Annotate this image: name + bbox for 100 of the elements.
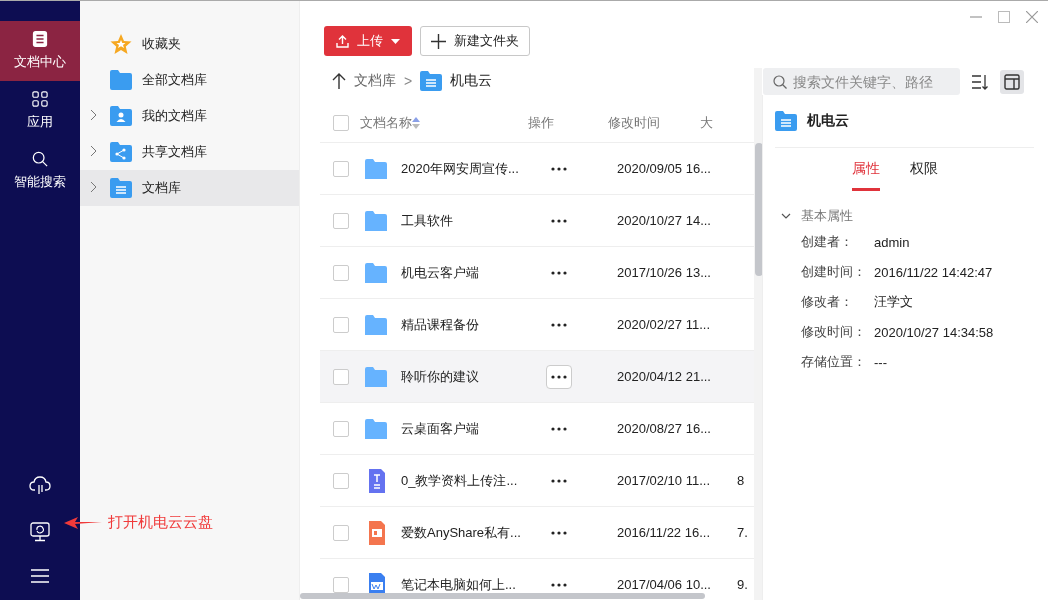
modified-time: 2017/04/06 10... <box>617 577 712 592</box>
file-name[interactable]: 笔记本电脑如何上... <box>401 575 540 594</box>
property-value: --- <box>874 354 887 370</box>
checkbox[interactable] <box>333 524 349 541</box>
tab[interactable]: 权限 <box>909 160 938 191</box>
more-icon <box>551 270 567 275</box>
file-name[interactable]: 爱数AnyShare私有... <box>401 523 540 542</box>
more-icon <box>551 478 567 483</box>
property-label: 修改者： <box>801 293 854 311</box>
new-folder-button[interactable]: 新建文件夹 <box>420 26 530 56</box>
sort-list-icon[interactable] <box>972 73 988 90</box>
scrollbar-thumb[interactable] <box>755 143 762 276</box>
more-icon <box>551 374 567 379</box>
property-label: 创建者： <box>801 233 854 251</box>
rail-item[interactable]: 智能搜索 <box>0 141 80 201</box>
tree-item[interactable]: 收藏夹 <box>80 26 299 62</box>
search-icon <box>31 151 49 167</box>
up-arrow-icon[interactable] <box>332 73 346 89</box>
breadcrumb-separator: > <box>404 73 413 89</box>
modified-time: 2017/10/26 13... <box>617 265 712 280</box>
list-folder-icon <box>420 70 443 92</box>
folder-icon <box>365 158 387 179</box>
more-icon <box>551 322 567 327</box>
search-icon <box>773 74 787 89</box>
cloud-icon[interactable] <box>29 474 51 496</box>
document-icon <box>32 31 48 47</box>
more-icon <box>551 530 567 535</box>
property-value: admin <box>874 234 910 250</box>
sort-icon[interactable] <box>412 117 420 129</box>
user-folder-icon <box>110 105 132 127</box>
more-icon <box>551 582 567 587</box>
file-name[interactable]: 云桌面客户端 <box>401 419 540 438</box>
column-header: 修改时间 <box>608 114 660 132</box>
checkbox[interactable] <box>333 264 349 281</box>
modified-time: 2020/10/27 14... <box>617 213 712 228</box>
modified-time: 2020/02/27 11... <box>617 317 711 332</box>
maximize-icon[interactable] <box>998 11 1010 23</box>
chevron-right-icon[interactable] <box>88 145 98 157</box>
panel-toggle-button[interactable] <box>1000 69 1024 94</box>
file-name[interactable]: 工具软件 <box>401 211 540 230</box>
file-size: 9. <box>737 577 748 592</box>
property-value: 汪学文 <box>874 293 913 311</box>
close-icon[interactable] <box>1026 11 1038 23</box>
folder-icon <box>365 418 387 439</box>
property-label: 创建时间： <box>801 263 867 281</box>
checkbox[interactable] <box>333 160 349 177</box>
folder-icon <box>365 210 387 231</box>
folder-icon <box>365 262 387 283</box>
file-name[interactable]: 0_教学资料上传注... <box>401 471 540 490</box>
scrollbar-thumb[interactable] <box>300 593 705 599</box>
upload-icon <box>336 34 349 48</box>
more-button[interactable] <box>546 364 572 389</box>
file-size: 7. <box>737 525 748 540</box>
modified-time: 2020/08/27 16... <box>617 421 712 436</box>
checkbox[interactable] <box>333 115 349 131</box>
breadcrumb-link[interactable]: 文档库 <box>354 72 396 90</box>
tree-item[interactable]: 我的文档库 <box>80 98 299 134</box>
annotation-text: 打开机电云云盘 <box>108 513 213 532</box>
checkbox[interactable] <box>333 316 349 333</box>
list-folder-icon <box>775 110 797 132</box>
section-header[interactable]: 基本属性 <box>801 207 853 225</box>
folder-icon <box>110 69 132 91</box>
file-name[interactable]: 2020年网安周宣传... <box>401 159 540 178</box>
file-name[interactable]: 精品课程备份 <box>401 315 540 334</box>
modified-time: 2020/04/12 21... <box>617 369 712 384</box>
plus-icon <box>431 33 446 49</box>
checkbox[interactable] <box>333 212 349 229</box>
file-name[interactable]: 机电云客户端 <box>401 263 540 282</box>
checkbox[interactable] <box>333 420 349 437</box>
property-value: 2016/11/22 14:42:47 <box>874 264 993 280</box>
upload-button[interactable]: 上传 <box>324 26 412 56</box>
chevron-right-icon[interactable] <box>88 181 98 193</box>
modified-time: 2020/09/05 16... <box>617 161 712 176</box>
property-value: 2020/10/27 14:34:58 <box>874 324 994 340</box>
file-name[interactable]: 聆听你的建议 <box>401 367 540 386</box>
checkbox[interactable] <box>333 472 349 489</box>
chevron-down-icon[interactable] <box>781 211 791 221</box>
rail-item[interactable]: 文档中心 <box>0 21 80 81</box>
column-header[interactable]: 文档名称 <box>360 114 412 132</box>
column-header: 大 <box>700 114 713 132</box>
checkbox[interactable] <box>333 368 349 385</box>
tree-item[interactable]: 文档库 <box>80 170 299 206</box>
rail-item[interactable]: 应用 <box>0 81 80 141</box>
modified-time: 2016/11/22 16... <box>617 525 711 540</box>
property-label: 存储位置： <box>801 353 867 371</box>
tree-item[interactable]: 全部文档库 <box>80 62 299 98</box>
folder-icon <box>365 366 387 387</box>
menu-icon[interactable] <box>31 568 49 584</box>
checkbox[interactable] <box>333 576 349 593</box>
modified-time: 2017/02/10 11... <box>617 473 711 488</box>
panel-title: 机电云 <box>807 112 849 130</box>
file-size: 8 <box>737 473 745 488</box>
column-header: 操作 <box>528 114 554 132</box>
caret-icon <box>391 38 400 44</box>
star-icon <box>110 33 132 55</box>
chevron-right-icon[interactable] <box>88 109 98 121</box>
tab[interactable]: 属性 <box>851 160 880 191</box>
tree-item[interactable]: 共享文档库 <box>80 134 299 170</box>
monitor-sync-icon[interactable] <box>30 522 50 542</box>
search-field[interactable]: 搜索文件关键字、路径 <box>763 68 960 95</box>
